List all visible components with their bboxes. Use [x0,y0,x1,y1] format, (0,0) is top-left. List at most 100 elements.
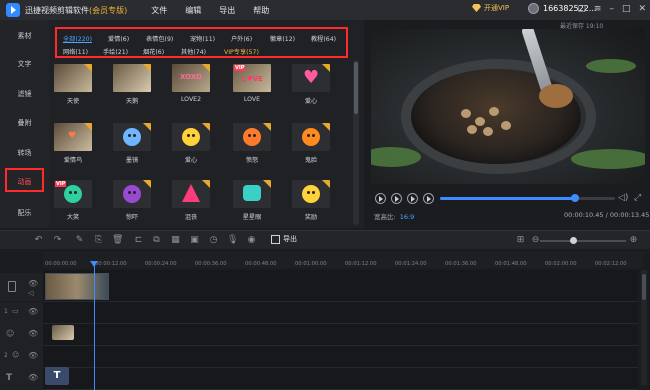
sticker-item[interactable]: 奖励 [287,180,335,221]
sticker-item[interactable]: ♥ 爱情鸟 [49,123,97,164]
star-eyes-emoji-icon [243,185,261,201]
category-network[interactable]: 网络(11) [63,47,88,56]
category-all[interactable]: 全部(220) [63,34,92,43]
timeline-scrollbar[interactable] [641,270,647,385]
menu-export[interactable]: 导出 [219,5,235,16]
freeze-icon[interactable]: ▣ [189,235,200,246]
category-love[interactable]: 爱情(6) [108,34,129,43]
zoom-slider[interactable] [540,237,626,244]
playback-progress[interactable] [440,194,615,202]
export-button[interactable]: 导出 [271,234,297,244]
play-button[interactable] [391,193,402,204]
zoom-knob[interactable] [570,237,577,244]
zoom-in-icon[interactable]: ⊕ [628,235,639,246]
love-emoji-icon [182,128,200,146]
aspect-ratio-value[interactable]: 16:9 [400,213,415,221]
category-handdrawn[interactable]: 手绘(21) [103,47,128,56]
stop-button[interactable] [407,193,418,204]
maximize-icon[interactable]: □ [622,4,631,14]
open-vip-button[interactable]: 开通VIP [472,3,509,13]
category-fireworks[interactable]: 烟花(6) [143,47,164,56]
text-clip[interactable]: T [45,367,69,385]
sticker-item[interactable]: VIP L♥VE LOVE [228,64,276,103]
sticker-item[interactable]: 星星眼 [228,180,276,221]
microphone-icon[interactable]: 🎙 [227,235,238,246]
redo-icon[interactable]: ↷ [52,235,63,246]
sidebar-item-music[interactable]: 配乐 [0,199,49,227]
sticker-item[interactable]: ♥ 爱心 [287,64,335,105]
next-frame-button[interactable] [423,193,434,204]
playhead[interactable] [90,261,98,390]
sticker-item[interactable]: 天鹅 [108,64,156,105]
aspect-ratio[interactable]: 宽高比: 16:9 [374,211,414,221]
download-icon [84,123,92,131]
eye-icon[interactable]: 👁 [28,351,38,360]
category-emoji[interactable]: 表情包(9) [146,34,173,43]
category-vip[interactable]: VIP专享(57) [224,47,259,56]
eye-icon[interactable]: 👁 [28,307,38,316]
scrollbar-thumb[interactable] [354,62,358,114]
copy-icon[interactable]: ⧉ [151,235,162,246]
volume-icon[interactable]: ◁) [618,193,628,203]
sunglasses-emoji-icon [123,128,141,146]
menu-file[interactable]: 文件 [151,5,167,16]
love-text-icon: L♥VE [242,75,263,83]
text-track[interactable] [43,368,638,390]
sticker-item[interactable]: 鬼脸 [287,123,335,164]
undo-icon[interactable]: ↶ [33,235,44,246]
sticker-item[interactable]: VIP 大笑 [49,180,97,221]
sidebar-item-filters[interactable]: 滤镜 [0,80,49,108]
crop-icon[interactable]: ⊏ [133,235,144,246]
sidebar-item-transitions[interactable]: 转场 [0,139,49,167]
sticker-item[interactable]: XOXO LOVE2 [167,64,215,103]
category-outdoor[interactable]: 户外(6) [231,34,252,43]
video-track[interactable] [43,270,638,302]
sticker-track-2[interactable] [43,346,638,368]
panel-scrollbar[interactable] [353,60,359,225]
scrollbar-thumb[interactable] [642,274,646,300]
mute-icon[interactable]: ◁ [28,289,33,297]
sticker-item[interactable]: 墨镜 [108,123,156,164]
category-pets[interactable]: 宠物(11) [190,34,215,43]
window-controls: ▢ ≡ – □ ✕ [577,4,646,14]
video-clip[interactable] [45,273,109,300]
sticker-item[interactable]: 天使 [49,64,97,105]
sticker-item[interactable]: 沮丧 [167,180,215,221]
menu-icon[interactable]: ≡ [594,4,602,14]
mosaic-icon[interactable]: ▦ [170,235,181,246]
record-icon[interactable]: ◉ [246,235,257,246]
sidebar-item-text[interactable]: 文字 [0,50,49,78]
sticker-item[interactable]: 爱心 [167,123,215,164]
sidebar-item-overlay[interactable]: 叠附 [0,109,49,137]
track-header-sticker: ☺ 👁 [0,324,43,346]
sidebar-item-assets[interactable]: 素材 [0,22,49,50]
speed-icon[interactable]: ◷ [208,235,219,246]
fit-icon[interactable]: ⊞ [515,235,526,246]
minimize-icon[interactable]: – [609,4,614,14]
eye-icon[interactable]: 👁 [28,329,38,338]
close-icon[interactable]: ✕ [638,4,646,14]
sticker-track[interactable] [43,324,638,346]
app-name: 迅捷视频剪辑软件 [25,5,89,15]
edit-icon[interactable]: ✎ [74,235,85,246]
skin-icon[interactable]: ▢ [577,4,586,14]
prev-frame-button[interactable] [375,193,386,204]
fullscreen-icon[interactable]: ⤢ [634,193,641,203]
delete-icon[interactable]: 🗑 [112,235,123,246]
menu-help[interactable]: 帮助 [253,5,269,16]
category-badges[interactable]: 徽章(12) [270,34,295,43]
category-tutorial[interactable]: 教程(64) [311,34,336,43]
category-other[interactable]: 其他(74) [181,47,206,56]
sticker-item[interactable]: 惊吓 [108,180,156,221]
sticker-item[interactable]: 愤怒 [228,123,276,164]
timeline-ruler[interactable]: 00:00:00.00 00:00:12.00 00:00:24.00 00:0… [43,252,643,268]
track-header-text: T 👁 [0,368,43,390]
menu-edit[interactable]: 编辑 [185,5,201,16]
app-logo-icon [6,3,20,17]
eye-icon[interactable]: 👁 [28,373,38,382]
eye-icon[interactable]: 👁 [28,279,38,288]
overlay-track[interactable] [43,302,638,324]
sticker-clip[interactable] [52,325,74,340]
split-icon[interactable]: ⎘ [93,235,104,246]
progress-knob[interactable] [570,194,579,202]
